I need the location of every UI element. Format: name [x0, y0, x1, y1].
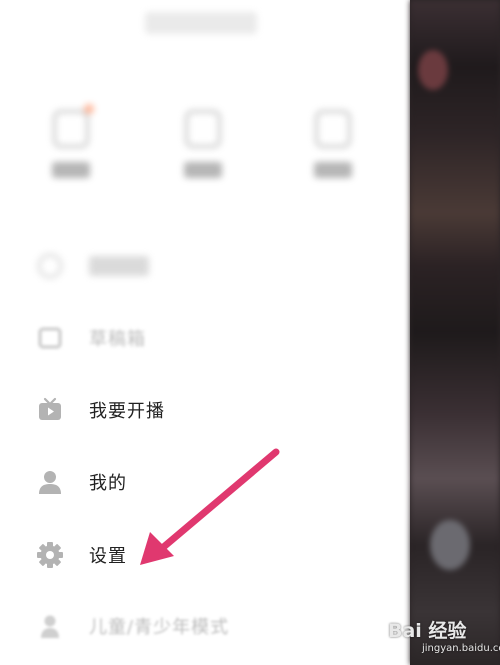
bg-blob	[430, 520, 470, 570]
menu-item-go-live[interactable]: 我要开播	[0, 382, 410, 438]
menu-item-kids-mode[interactable]: 儿童/青少年模式	[0, 598, 410, 654]
quick-action-3-icon	[315, 110, 351, 148]
drawer-header-title	[145, 12, 257, 34]
quick-action-2[interactable]	[168, 110, 238, 190]
quick-action-3[interactable]	[298, 110, 368, 190]
menu-item-blurred-icon	[36, 252, 64, 280]
watermark-brand: Bai 经验	[388, 620, 467, 642]
quick-action-1-label	[52, 162, 90, 178]
user-icon	[36, 468, 64, 496]
menu-item-mine-label: 我的	[89, 473, 127, 494]
menu-item-kids-mode-label: 儿童/青少年模式	[89, 617, 230, 638]
menu-item-settings[interactable]: 设置	[0, 527, 410, 583]
menu-item-drafts-label: 草稿箱	[89, 329, 146, 350]
child-icon	[36, 612, 64, 640]
background-content-dimmed[interactable]	[410, 0, 500, 665]
quick-action-2-label	[184, 162, 222, 178]
menu-item-blurred[interactable]	[0, 238, 410, 294]
menu-item-blurred-label	[89, 256, 149, 276]
menu-item-go-live-label: 我要开播	[89, 401, 165, 422]
baidu-jingyan-watermark: Bai 经验 jingyan.baidu.com	[388, 612, 500, 664]
tv-play-icon	[36, 396, 64, 424]
quick-action-1[interactable]	[36, 104, 106, 190]
menu-item-mine[interactable]: 我的	[0, 454, 410, 510]
quick-action-1-icon	[53, 110, 89, 148]
menu-item-drafts[interactable]: 草稿箱	[0, 310, 410, 366]
menu-item-settings-label: 设置	[89, 546, 127, 567]
gear-icon	[36, 541, 64, 569]
notification-dot	[84, 104, 94, 114]
drafts-icon	[36, 324, 64, 352]
quick-action-2-icon	[185, 110, 221, 148]
bg-blob	[418, 50, 448, 90]
watermark-url: jingyan.baidu.com	[422, 643, 500, 654]
quick-action-3-label	[314, 162, 352, 178]
side-drawer: 草稿箱 我要开播 我的 设置 儿童/青少年模式	[0, 0, 410, 665]
